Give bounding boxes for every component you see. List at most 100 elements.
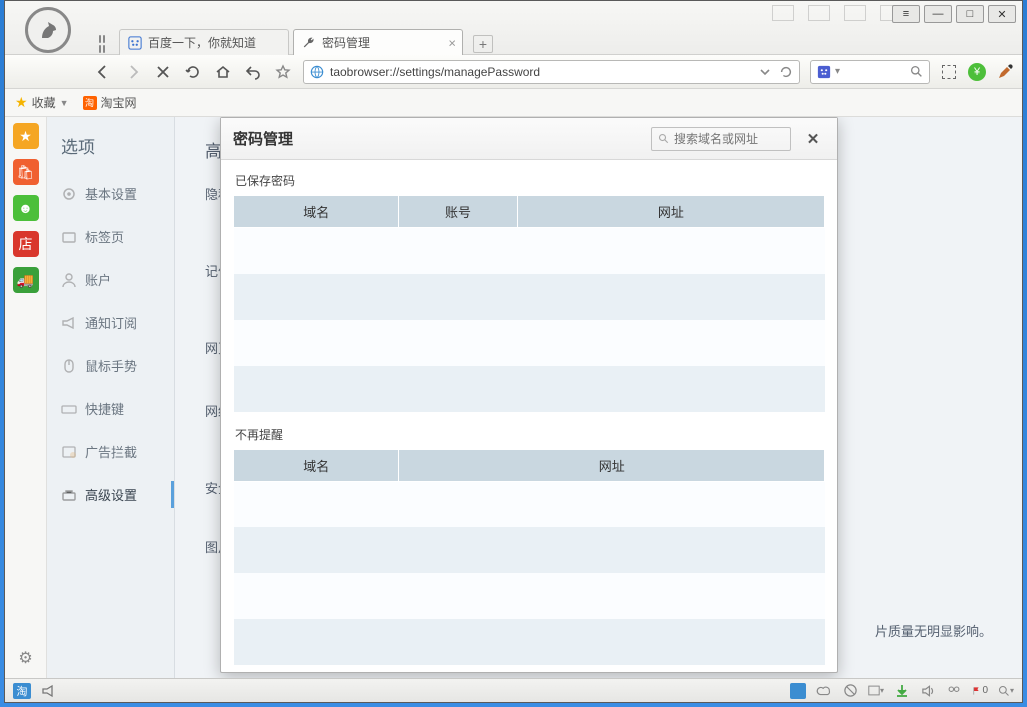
rail-store[interactable]: 店 bbox=[13, 231, 39, 257]
reload-button[interactable] bbox=[183, 62, 203, 82]
col-url[interactable]: 网址 bbox=[517, 196, 824, 228]
rail-shopping[interactable]: 🛍 bbox=[13, 159, 39, 185]
back-button[interactable] bbox=[93, 62, 113, 82]
col-url[interactable]: 网址 bbox=[399, 449, 825, 481]
undo-button[interactable] bbox=[243, 62, 263, 82]
modal-close-button[interactable]: ✕ bbox=[801, 127, 825, 151]
close-icon[interactable]: × bbox=[448, 35, 456, 50]
menu-button[interactable]: ≡ bbox=[892, 5, 920, 23]
status-sound[interactable] bbox=[920, 683, 936, 699]
never-remind-table: 域名 网址 bbox=[233, 449, 825, 666]
address-text: taobrowser://settings/managePassword bbox=[330, 65, 540, 79]
mouse-icon bbox=[61, 358, 77, 374]
home-button[interactable] bbox=[213, 62, 233, 82]
search-icon bbox=[658, 133, 670, 145]
search-box[interactable]: ▾ bbox=[810, 60, 930, 84]
new-tab-button[interactable]: + bbox=[473, 35, 493, 53]
content-hint: 片质量无明显影响。 bbox=[875, 621, 992, 640]
status-cloud[interactable] bbox=[816, 683, 832, 699]
block-icon bbox=[61, 444, 77, 460]
col-account[interactable]: 账号 bbox=[399, 196, 517, 228]
table-row[interactable] bbox=[234, 619, 825, 665]
taobao-icon: 淘 bbox=[83, 96, 97, 110]
tab-label: 百度一下，你就知道 bbox=[148, 34, 256, 51]
megaphone-icon bbox=[61, 315, 77, 331]
modal-search-input[interactable] bbox=[651, 127, 791, 151]
tab-icon bbox=[61, 229, 77, 245]
wrench-icon bbox=[302, 36, 316, 50]
sidebar-item-advanced[interactable]: 高级设置 bbox=[47, 473, 174, 516]
tab-baidu[interactable]: 百度一下，你就知道 bbox=[119, 29, 289, 55]
star-icon: ★ bbox=[15, 94, 28, 111]
close-button[interactable]: ✕ bbox=[988, 5, 1016, 23]
coin-button[interactable]: ¥ bbox=[968, 63, 986, 81]
status-users[interactable] bbox=[946, 683, 962, 699]
status-broadcast[interactable] bbox=[41, 683, 57, 699]
brush-button[interactable] bbox=[996, 63, 1014, 81]
table-row[interactable] bbox=[234, 320, 825, 366]
never-remind-label: 不再提醒 bbox=[235, 426, 825, 443]
status-window[interactable]: ▾ bbox=[868, 683, 884, 699]
user-icon bbox=[61, 272, 77, 288]
favorites-menu[interactable]: ★ 收藏 ▼ bbox=[15, 94, 69, 111]
saved-passwords-label: 已保存密码 bbox=[235, 172, 825, 189]
bookmark-taobao[interactable]: 淘 淘宝网 bbox=[83, 94, 137, 111]
gear-icon bbox=[61, 186, 77, 202]
forward-button[interactable] bbox=[123, 62, 143, 82]
table-row[interactable] bbox=[234, 228, 825, 274]
table-row[interactable] bbox=[234, 573, 825, 619]
titlebar: 百度一下，你就知道 密码管理 × + ≡ — □ ✕ bbox=[5, 1, 1022, 55]
sidebar-item-shortcut[interactable]: 快捷键 bbox=[47, 387, 174, 430]
status-bar: 淘 ▾ 0 ▾ bbox=[5, 678, 1022, 702]
paw-icon bbox=[128, 36, 142, 50]
address-bar[interactable]: taobrowser://settings/managePassword bbox=[303, 60, 800, 84]
tab-password-manager[interactable]: 密码管理 × bbox=[293, 29, 463, 55]
keyboard-icon bbox=[61, 401, 77, 417]
col-domain[interactable]: 域名 bbox=[234, 449, 399, 481]
rail-settings[interactable]: ⚙ bbox=[18, 648, 32, 668]
table-row[interactable] bbox=[234, 366, 825, 412]
settings-sidebar: 选项 基本设置 标签页 账户 通知订阅 鼠标手势 快捷键 广告拦截 高级设置 bbox=[47, 117, 175, 678]
bookmarks-bar: ★ 收藏 ▼ 淘 淘宝网 bbox=[5, 89, 1022, 117]
favorite-button[interactable] bbox=[273, 62, 293, 82]
sidebar-title: 选项 bbox=[47, 127, 174, 172]
chevron-down-icon[interactable] bbox=[759, 66, 771, 78]
stop-button[interactable] bbox=[153, 62, 173, 82]
status-app[interactable] bbox=[790, 683, 806, 699]
status-zoom[interactable]: ▾ bbox=[998, 683, 1014, 699]
globe-icon bbox=[310, 65, 324, 79]
apps-grid-button[interactable] bbox=[91, 33, 113, 55]
table-row[interactable] bbox=[234, 481, 825, 527]
rail-contact[interactable]: ☻ bbox=[13, 195, 39, 221]
fullscreen-button[interactable] bbox=[940, 63, 958, 81]
rail-delivery[interactable]: 🚚 bbox=[13, 267, 39, 293]
status-flag[interactable]: 0 bbox=[972, 683, 988, 699]
sidebar-item-basic[interactable]: 基本设置 bbox=[47, 172, 174, 215]
paw-search-icon bbox=[817, 65, 831, 79]
minimize-button[interactable]: — bbox=[924, 5, 952, 23]
navbar: taobrowser://settings/managePassword ▾ ¥ bbox=[5, 55, 1022, 89]
sidebar-item-account[interactable]: 账户 bbox=[47, 258, 174, 301]
left-rail: ★ 🛍 ☻ 店 🚚 ⚙ bbox=[5, 117, 47, 678]
rail-favorites[interactable]: ★ bbox=[13, 123, 39, 149]
sidebar-item-adblock[interactable]: 广告拦截 bbox=[47, 430, 174, 473]
status-block[interactable] bbox=[842, 683, 858, 699]
search-icon[interactable] bbox=[910, 65, 923, 78]
table-row[interactable] bbox=[234, 274, 825, 320]
tab-label: 密码管理 bbox=[322, 34, 370, 51]
title-ghost-icons bbox=[772, 5, 902, 21]
maximize-button[interactable]: □ bbox=[956, 5, 984, 23]
reload-address-icon[interactable] bbox=[779, 65, 793, 79]
sidebar-item-tabs[interactable]: 标签页 bbox=[47, 215, 174, 258]
modal-title: 密码管理 bbox=[233, 128, 293, 149]
saved-passwords-table: 域名 账号 网址 bbox=[233, 195, 825, 412]
col-domain[interactable]: 域名 bbox=[234, 196, 399, 228]
status-download[interactable] bbox=[894, 683, 910, 699]
password-manager-dialog: 密码管理 ✕ 已保存密码 域名 账号 网址 bbox=[220, 117, 838, 673]
browser-logo bbox=[5, 1, 85, 54]
sidebar-item-gesture[interactable]: 鼠标手势 bbox=[47, 344, 174, 387]
horse-icon bbox=[36, 18, 60, 42]
sidebar-item-notify[interactable]: 通知订阅 bbox=[47, 301, 174, 344]
table-row[interactable] bbox=[234, 527, 825, 573]
status-logo[interactable]: 淘 bbox=[13, 683, 31, 699]
